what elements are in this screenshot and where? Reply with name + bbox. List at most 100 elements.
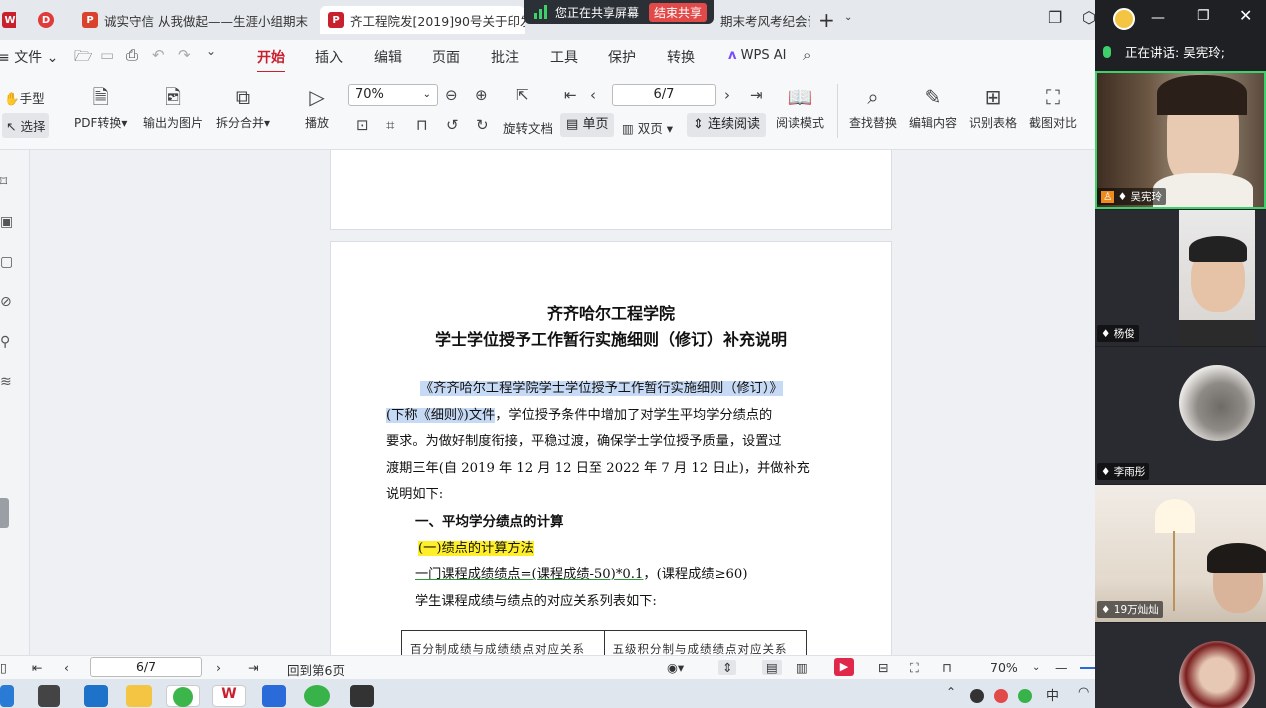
sidebar-collapse-handle[interactable] — [0, 498, 9, 528]
back-to-page-link[interactable]: 回到第6页 — [287, 660, 345, 679]
tray-app-icon[interactable] — [994, 689, 1008, 703]
undo-icon[interactable]: ↶ — [152, 46, 165, 64]
cube-icon[interactable]: ⬡ — [1082, 8, 1096, 27]
zoom-in-icon[interactable]: ⊕ — [475, 86, 488, 104]
video-tile[interactable]: ♦ 19万灿灿 — [1095, 485, 1266, 622]
next-page-icon[interactable]: › — [724, 86, 730, 104]
read-mode-button[interactable]: 📖 阅读模式 — [776, 86, 824, 131]
single-page-button[interactable]: ▤ 单页 — [560, 113, 615, 137]
fit-height-icon[interactable]: ⊓ — [416, 116, 428, 134]
rotate-left-icon[interactable]: ↺ — [446, 116, 459, 134]
menu-protect[interactable]: 保护 — [608, 47, 636, 67]
play-slideshow-icon[interactable]: ▶ — [834, 658, 854, 676]
minimize-icon[interactable]: — — [1151, 10, 1165, 26]
ime-icon[interactable]: 中 — [1046, 685, 1062, 707]
restore-icon[interactable]: ❐ — [1197, 8, 1210, 24]
stamp-icon[interactable]: ⚲ — [0, 334, 14, 350]
prev-page-icon[interactable]: ‹ — [590, 86, 596, 104]
tab-doc-3[interactable]: 期末考风考纪会议 — [716, 6, 810, 34]
menu-insert[interactable]: 插入 — [315, 47, 343, 67]
thumbnail-icon[interactable]: ▣ — [0, 214, 14, 230]
zoom-chevron-icon[interactable]: ⌄ — [1032, 662, 1040, 673]
continuous-read-button[interactable]: ⇕ 连续阅读 — [687, 113, 767, 137]
continuous-view-icon[interactable]: ⇕ — [718, 660, 737, 675]
status-page-input[interactable]: 6/7 — [90, 657, 202, 677]
tray-app-icon[interactable] — [1018, 689, 1032, 703]
video-tile[interactable]: ♦ 李雨彤 — [1095, 347, 1266, 484]
restore-pages-icon[interactable]: ❐ — [1048, 8, 1062, 27]
prev-page-icon[interactable]: ‹ — [64, 660, 69, 675]
export-image-button[interactable]: 🖻 输出为图片 — [143, 86, 203, 131]
first-page-icon[interactable]: ⇤ — [32, 660, 42, 675]
page-number-input[interactable]: 6/7 — [612, 84, 716, 106]
search-icon[interactable]: ⌕ — [803, 46, 811, 64]
fit-width-icon[interactable]: ⌗ — [386, 116, 394, 134]
zoom-select[interactable]: 70% ⌄ — [348, 84, 438, 106]
document-viewport[interactable]: ⌑ ▣ ▢ ⊘ ⚲ ≋ 齐齐哈尔工程学院 学士学位授予工作暂行实施细则（修订）补… — [0, 150, 1095, 655]
eye-protect-icon[interactable]: ◉▾ — [667, 660, 684, 675]
fit-page-icon[interactable]: ⇱ — [516, 86, 529, 104]
pdf-convert-button[interactable]: 🗎 PDF转换▾ — [74, 86, 127, 131]
comment-icon[interactable]: ▢ — [0, 254, 14, 270]
browser-icon[interactable] — [166, 685, 200, 707]
file-explorer-icon[interactable] — [126, 685, 152, 707]
last-page-icon[interactable]: ⇥ — [750, 86, 763, 104]
split-merge-button[interactable]: ⧉ 拆分合并▾ — [216, 86, 270, 131]
wifi-icon[interactable]: ◠ — [1078, 685, 1094, 707]
quick-access-chevron-icon[interactable]: ⌄ — [206, 44, 216, 58]
attachment-icon[interactable]: ⊘ — [0, 294, 14, 310]
video-tile[interactable] — [1095, 623, 1266, 708]
new-tab-plus-icon[interactable]: + — [818, 8, 835, 32]
print-icon[interactable]: ⎙ — [126, 46, 138, 64]
double-page-button[interactable]: ▥ 双页 ▾ — [622, 118, 673, 137]
recognize-table-button[interactable]: ⊞ 识别表格 — [969, 86, 1017, 131]
zoom-out-minus-icon[interactable]: — — [1055, 660, 1068, 675]
task-view-icon[interactable] — [38, 685, 60, 707]
file-menu[interactable]: ≡ 文件 ⌄ — [0, 47, 58, 67]
save-icon[interactable]: ▭ — [100, 46, 114, 64]
menu-tools[interactable]: 工具 — [550, 47, 578, 67]
layers-icon[interactable]: ≋ — [0, 374, 14, 390]
select-tool-button[interactable]: ↖ 选择 — [2, 113, 50, 138]
tray-app-icon[interactable] — [970, 689, 984, 703]
menu-page[interactable]: 页面 — [432, 47, 460, 67]
video-tile-speaker[interactable]: ♙ ♦ 吴宪玲 — [1095, 71, 1266, 209]
rotate-right-icon[interactable]: ↻ — [476, 116, 489, 134]
screenshot-compare-button[interactable]: ⛶ 截图对比 — [1029, 86, 1077, 131]
next-page-icon[interactable]: › — [216, 660, 221, 675]
app-icon[interactable] — [350, 685, 374, 707]
rotate-document-button[interactable]: 旋转文档 — [503, 118, 553, 137]
docer-tab[interactable]: D — [30, 6, 66, 34]
bookmark-icon[interactable]: ⌑ — [0, 174, 14, 190]
redo-icon[interactable]: ↷ — [178, 46, 191, 64]
actual-size-icon[interactable]: ⊡ — [356, 116, 369, 134]
wps-taskbar-icon[interactable]: W — [212, 685, 246, 707]
meeting-app-icon[interactable] — [262, 685, 286, 707]
wechat-icon[interactable] — [304, 685, 330, 707]
play-button[interactable]: ▷ 播放 — [305, 86, 329, 131]
avatar[interactable] — [1113, 8, 1135, 30]
tray-expand-icon[interactable]: ⌃ — [946, 685, 960, 707]
menu-edit[interactable]: 编辑 — [374, 47, 402, 67]
close-icon[interactable]: ✕ — [1239, 6, 1252, 25]
wps-ai-button[interactable]: ᴧ WPS AI — [728, 48, 786, 63]
video-tile[interactable]: ♦ 杨俊 — [1095, 210, 1266, 346]
tab-doc-2-active[interactable]: P 齐工程院发[2019]90号关于印发 — [320, 6, 525, 34]
read-mode-icon[interactable]: ⊟ — [878, 660, 888, 675]
start-icon[interactable] — [0, 685, 14, 707]
tab-doc-1[interactable]: P 诚实守信 从我做起——生涯小组期末 — [74, 6, 314, 34]
hand-tool-button[interactable]: ✋手型 — [4, 88, 45, 107]
find-replace-button[interactable]: ⌕ 查找替换 — [849, 86, 897, 131]
app-icon[interactable] — [84, 685, 108, 707]
status-zoom-value[interactable]: 70% — [990, 660, 1018, 675]
menu-start[interactable]: 开始 — [257, 47, 285, 73]
zoom-out-icon[interactable]: ⊖ — [445, 86, 458, 104]
fit-screen-icon[interactable]: ⛶ — [910, 660, 919, 676]
tab-list-chevron-icon[interactable]: ⌄ — [844, 12, 852, 23]
wps-home-tab[interactable]: W — [0, 6, 16, 34]
single-page-view-icon[interactable]: ▤ — [762, 660, 782, 675]
zoom-slider[interactable] — [1080, 667, 1095, 669]
first-page-icon[interactable]: ⇤ — [564, 86, 577, 104]
end-share-button[interactable]: 结束共享 — [649, 2, 708, 22]
menu-convert[interactable]: 转换 — [667, 47, 695, 67]
